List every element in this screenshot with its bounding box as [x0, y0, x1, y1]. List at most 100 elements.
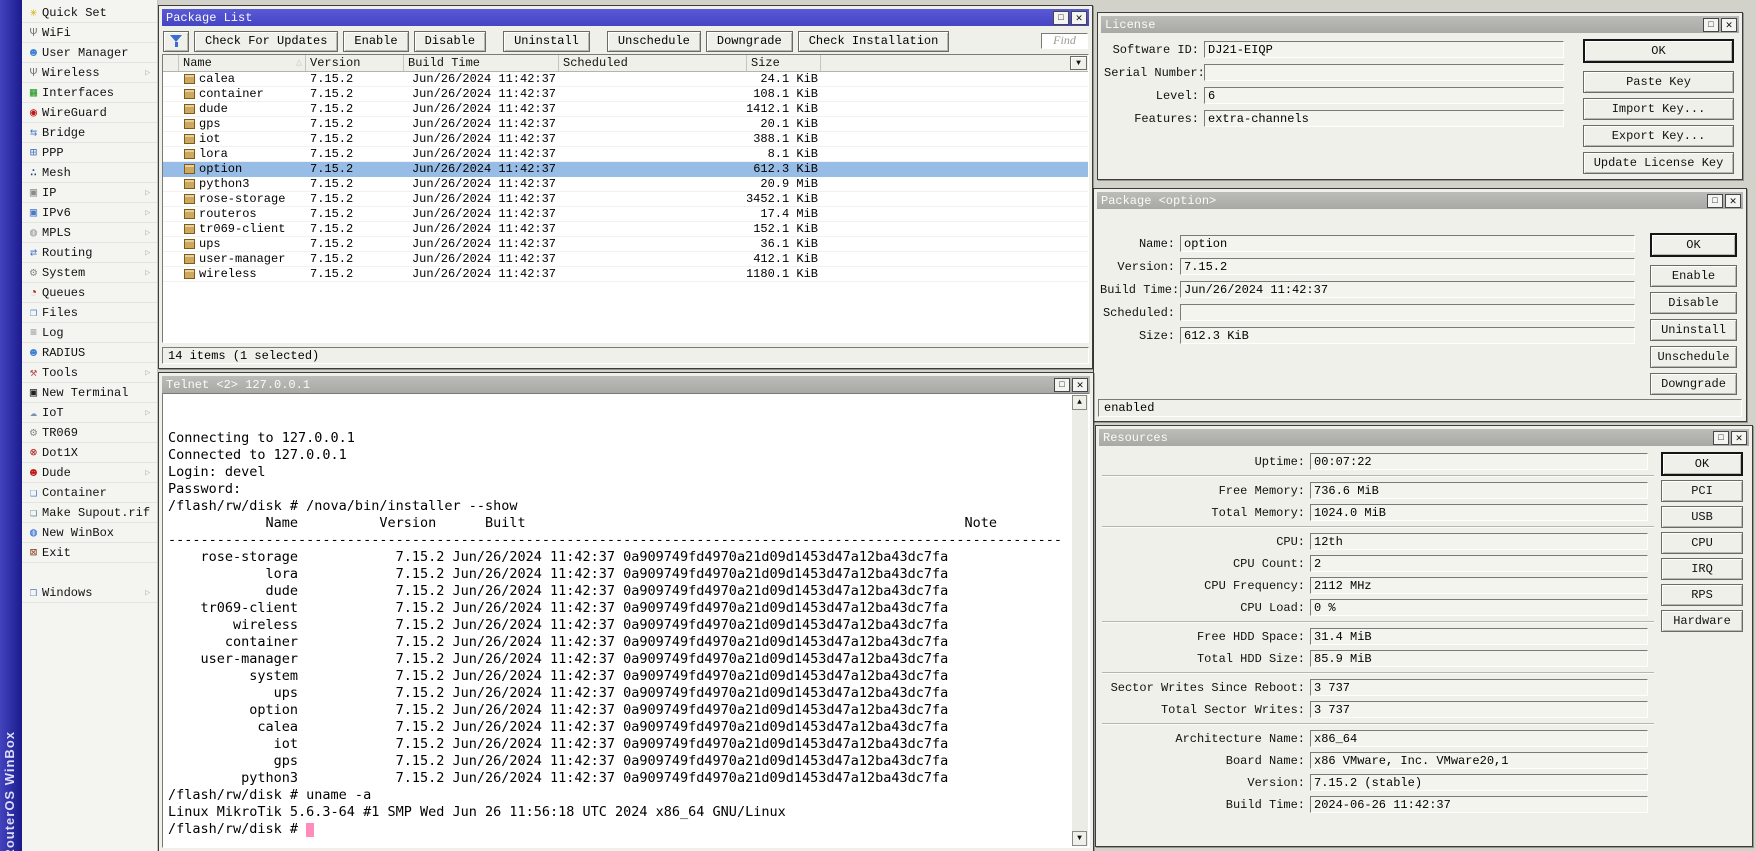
scroll-down-icon[interactable]: ▼: [1072, 831, 1087, 846]
close-button[interactable]: ✕: [1725, 194, 1741, 208]
license-export-key-button[interactable]: Export Key...: [1583, 125, 1734, 147]
sidebar-item-wireless[interactable]: ΨWireless▷: [22, 63, 157, 83]
license-titlebar[interactable]: License □ ✕: [1101, 16, 1739, 33]
filter-button[interactable]: [163, 31, 189, 52]
sidebar-item-system[interactable]: ⚙System▷: [22, 263, 157, 283]
sidebar-item-wifi[interactable]: ΨWiFi: [22, 23, 157, 43]
sidebar-item-ppp[interactable]: ⊞PPP: [22, 143, 157, 163]
package-detail-ok-button[interactable]: OK: [1650, 233, 1737, 257]
resources-cpu-load-input[interactable]: 0 %: [1310, 599, 1648, 616]
close-button[interactable]: ✕: [1072, 378, 1088, 392]
resources-architecture-name-input[interactable]: x86_64: [1310, 730, 1648, 747]
resources-cpu-count-input[interactable]: 2: [1310, 555, 1648, 572]
sidebar-item-mpls[interactable]: ◍MPLS▷: [22, 223, 157, 243]
telnet-titlebar[interactable]: Telnet <2> 127.0.0.1 □ ✕: [162, 376, 1090, 393]
close-button[interactable]: ✕: [1071, 11, 1087, 25]
column-header-build-time[interactable]: Build Time: [404, 55, 559, 71]
sidebar-item-routing[interactable]: ⇄Routing▷: [22, 243, 157, 263]
resources-free-hdd-space-input[interactable]: 31.4 MiB: [1310, 628, 1648, 645]
column-header-name[interactable]: Name△: [179, 55, 306, 71]
package-row-dude[interactable]: dude7.15.2Jun/26/2024 11:42:371412.1 KiB: [163, 102, 1088, 117]
sidebar-item-radius[interactable]: ☻RADIUS: [22, 343, 157, 363]
resources-ok-button[interactable]: OK: [1661, 452, 1743, 476]
scroll-up-icon[interactable]: ▲: [1072, 395, 1087, 410]
package-detail-enable-button[interactable]: Enable: [1650, 265, 1737, 287]
column-header-version[interactable]: Version: [306, 55, 404, 71]
package-row-user-manager[interactable]: user-manager7.15.2Jun/26/2024 11:42:3741…: [163, 252, 1088, 267]
resources-sector-writes-since-reboot-input[interactable]: 3 737: [1310, 679, 1648, 696]
license-software-id-input[interactable]: DJ21-EIQP: [1204, 41, 1564, 58]
sidebar-item-interfaces[interactable]: ▦Interfaces: [22, 83, 157, 103]
terminal-area[interactable]: Connecting to 127.0.0.1 Connected to 127…: [162, 393, 1090, 848]
resources-usb-button[interactable]: USB: [1661, 506, 1743, 528]
package-list-titlebar[interactable]: Package List □ ✕: [162, 9, 1089, 26]
license-serial-number-input[interactable]: [1204, 64, 1564, 81]
toolbar-button-disable[interactable]: Disable: [414, 31, 486, 52]
resources-build-time-input[interactable]: 2024-06-26 11:42:37: [1310, 796, 1648, 813]
resources-cpu-frequency-input[interactable]: 2112 MHz: [1310, 577, 1648, 594]
license-paste-key-button[interactable]: Paste Key: [1583, 71, 1734, 93]
package-detail-build-time-input[interactable]: Jun/26/2024 11:42:37: [1180, 281, 1635, 298]
sidebar-item-dude[interactable]: ☻Dude▷: [22, 463, 157, 483]
sidebar-item-mesh[interactable]: ∴Mesh: [22, 163, 157, 183]
package-row-gps[interactable]: gps7.15.2Jun/26/2024 11:42:3720.1 KiB: [163, 117, 1088, 132]
sidebar-item-ipv6[interactable]: ▣IPv6▷: [22, 203, 157, 223]
toolbar-button-unschedule[interactable]: Unschedule: [607, 31, 701, 52]
column-header-size[interactable]: Size: [747, 55, 821, 71]
sidebar-item-tr069[interactable]: ⚙TR069: [22, 423, 157, 443]
sidebar-item-new-terminal[interactable]: ▣New Terminal: [22, 383, 157, 403]
maximize-button[interactable]: □: [1713, 431, 1729, 445]
sidebar-item-ip[interactable]: ▣IP▷: [22, 183, 157, 203]
sidebar-item-new-winbox[interactable]: ◍New WinBox: [22, 523, 157, 543]
maximize-button[interactable]: □: [1703, 18, 1719, 32]
package-detail-uninstall-button[interactable]: Uninstall: [1650, 319, 1737, 341]
resources-board-name-input[interactable]: x86 VMware, Inc. VMware20,1: [1310, 752, 1648, 769]
close-button[interactable]: ✕: [1721, 18, 1737, 32]
terminal-scrollbar[interactable]: ▲ ▼: [1072, 395, 1088, 846]
column-select-button[interactable]: ▼: [1070, 56, 1087, 70]
maximize-button[interactable]: □: [1053, 11, 1069, 25]
package-detail-titlebar[interactable]: Package <option> □ ✕: [1097, 192, 1743, 209]
package-row-container[interactable]: container7.15.2Jun/26/2024 11:42:37108.1…: [163, 87, 1088, 102]
resources-hardware-button[interactable]: Hardware: [1661, 610, 1743, 632]
package-detail-unschedule-button[interactable]: Unschedule: [1650, 346, 1737, 368]
maximize-button[interactable]: □: [1054, 378, 1070, 392]
package-detail-version-input[interactable]: 7.15.2: [1180, 258, 1635, 275]
package-row-wireless[interactable]: wireless7.15.2Jun/26/2024 11:42:371180.1…: [163, 267, 1088, 282]
package-detail-scheduled-input[interactable]: [1180, 304, 1635, 321]
package-row-option[interactable]: option7.15.2Jun/26/2024 11:42:37612.3 Ki…: [163, 162, 1088, 177]
sidebar-item-wireguard[interactable]: ◉WireGuard: [22, 103, 157, 123]
resources-uptime-input[interactable]: 00:07:22: [1310, 453, 1648, 470]
toolbar-button-check-for-updates[interactable]: Check For Updates: [194, 31, 338, 52]
sidebar-item-queues[interactable]: ◔Queues: [22, 283, 157, 303]
license-update-license-key-button[interactable]: Update License Key: [1583, 152, 1734, 174]
column-header-scheduled[interactable]: Scheduled: [559, 55, 747, 71]
sidebar-item-log[interactable]: ≡Log: [22, 323, 157, 343]
package-row-python3[interactable]: python37.15.2Jun/26/2024 11:42:3720.9 Mi…: [163, 177, 1088, 192]
sidebar-item-files[interactable]: ❐Files: [22, 303, 157, 323]
license-features-input[interactable]: extra-channels: [1204, 110, 1564, 127]
resources-version-input[interactable]: 7.15.2 (stable): [1310, 774, 1648, 791]
resources-titlebar[interactable]: Resources □ ✕: [1099, 429, 1749, 446]
resources-total-memory-input[interactable]: 1024.0 MiB: [1310, 504, 1648, 521]
resources-irq-button[interactable]: IRQ: [1661, 558, 1743, 580]
package-detail-size-input[interactable]: 612.3 KiB: [1180, 327, 1635, 344]
sidebar-item-exit[interactable]: ⊠Exit: [22, 543, 157, 563]
license-ok-button[interactable]: OK: [1583, 39, 1734, 63]
resources-total-sector-writes-input[interactable]: 3 737: [1310, 701, 1648, 718]
toolbar-button-uninstall[interactable]: Uninstall: [503, 31, 590, 52]
package-detail-name-input[interactable]: option: [1180, 235, 1635, 252]
package-row-lora[interactable]: lora7.15.2Jun/26/2024 11:42:378.1 KiB: [163, 147, 1088, 162]
toolbar-button-downgrade[interactable]: Downgrade: [706, 31, 793, 52]
resources-cpu-button[interactable]: CPU: [1661, 532, 1743, 554]
resources-total-hdd-size-input[interactable]: 85.9 MiB: [1310, 650, 1648, 667]
sidebar-item-quick-set[interactable]: ✳Quick Set: [22, 3, 157, 23]
toolbar-button-check-installation[interactable]: Check Installation: [798, 31, 950, 52]
resources-rps-button[interactable]: RPS: [1661, 584, 1743, 606]
sidebar-item-iot[interactable]: ☁IoT▷: [22, 403, 157, 423]
package-row-calea[interactable]: calea7.15.2Jun/26/2024 11:42:3724.1 KiB: [163, 72, 1088, 87]
sidebar-item-make-supout-rif[interactable]: ❏Make Supout.rif: [22, 503, 157, 523]
sidebar-item-user-manager[interactable]: ☻User Manager: [22, 43, 157, 63]
sidebar-item-dot1x[interactable]: ⊗Dot1X: [22, 443, 157, 463]
find-input[interactable]: [1041, 33, 1088, 49]
